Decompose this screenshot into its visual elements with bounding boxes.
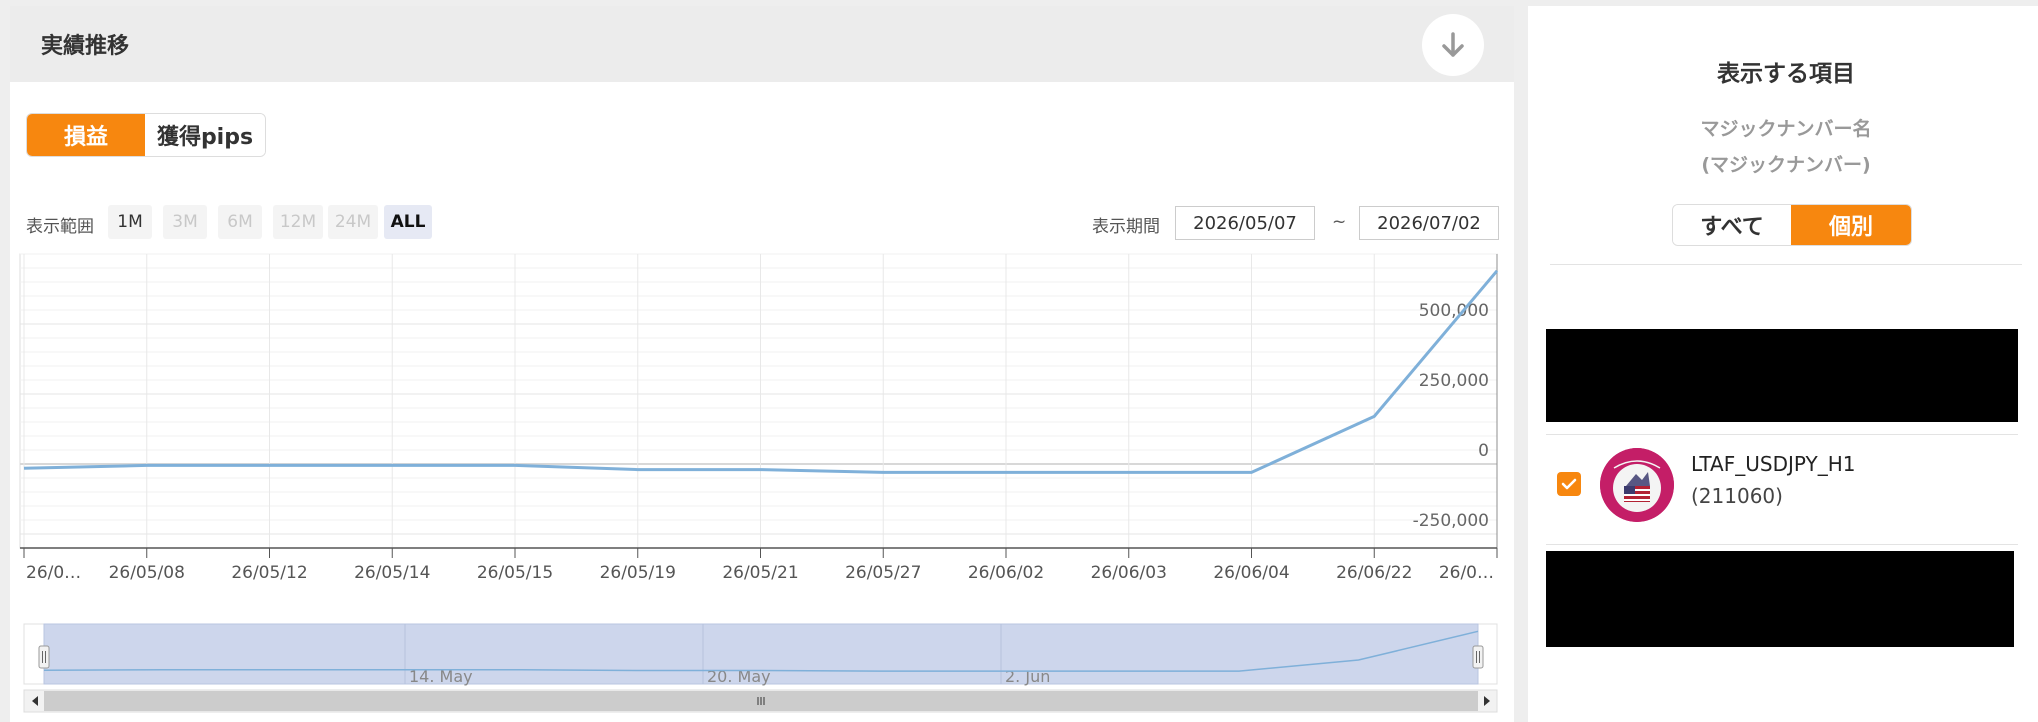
x-tick-label: 26/05/21 xyxy=(722,563,798,583)
performance-panel: 実績推移 損益 獲得pips 表示範囲 1M 3M 6M 12M 24M ALL… xyxy=(10,6,1514,722)
item-selector-panel: 表示する項目 マジックナンバー名 (マジックナンバー) すべて 個別 LTAF_… xyxy=(1528,6,2038,722)
ea-checkbox[interactable] xyxy=(1557,472,1581,496)
x-tick-label: 26/05/27 xyxy=(845,563,921,583)
navigator-left-handle[interactable] xyxy=(38,645,50,669)
y-tick-label: 500,000 xyxy=(1419,301,1489,321)
x-tick-label: 26/06/03 xyxy=(1091,563,1167,583)
x-tick-label: 26/06/04 xyxy=(1213,563,1289,583)
x-tick-label: 26/05/12 xyxy=(231,563,307,583)
y-tick-label: -250,000 xyxy=(1413,511,1489,531)
x-tick-label: 26/06/02 xyxy=(968,563,1044,583)
ea-logo-icon xyxy=(1600,448,1674,522)
display-toggle: すべて 個別 xyxy=(1672,204,1912,246)
divider xyxy=(1546,434,2018,435)
ea-magic-number: (211060) xyxy=(1691,484,1783,508)
items-title: 表示する項目 xyxy=(1717,61,1855,87)
x-tick-label: 26/06/22 xyxy=(1336,563,1412,583)
x-tick-label: 26/05/08 xyxy=(109,563,185,583)
divider xyxy=(1546,544,2018,545)
y-tick-label: 0 xyxy=(1478,441,1489,461)
x-tick-label: 26/05/14 xyxy=(354,563,430,583)
redacted-item xyxy=(1546,329,2018,422)
x-tick-label: 26/05/15 xyxy=(477,563,553,583)
navigator-label: 2. Jun xyxy=(1005,667,1050,686)
x-tick-label: 26/0… xyxy=(1439,563,1494,583)
magic-number-label: (マジックナンバー) xyxy=(1701,154,1871,176)
ea-avatar xyxy=(1600,448,1674,522)
y-tick-label: 250,000 xyxy=(1419,371,1489,391)
redacted-item xyxy=(1546,551,2014,647)
navigator-right-handle[interactable] xyxy=(1472,645,1484,669)
toggle-all[interactable]: すべて xyxy=(1673,205,1792,245)
divider xyxy=(1550,264,2022,265)
profit-chart: -250,000 0 250,000 500,000 26/0… 26/05/08 26/0… xyxy=(19,253,1499,713)
ea-name: LTAF_USDJPY_H1 xyxy=(1691,452,1856,476)
check-icon xyxy=(1561,478,1577,490)
toggle-individual[interactable]: 個別 xyxy=(1791,205,1911,245)
x-tick-label: 26/0… xyxy=(26,563,81,583)
plot-area xyxy=(19,253,1498,549)
magic-name-label: マジックナンバー名 xyxy=(1700,118,1872,140)
x-tick-label: 26/05/19 xyxy=(600,563,676,583)
